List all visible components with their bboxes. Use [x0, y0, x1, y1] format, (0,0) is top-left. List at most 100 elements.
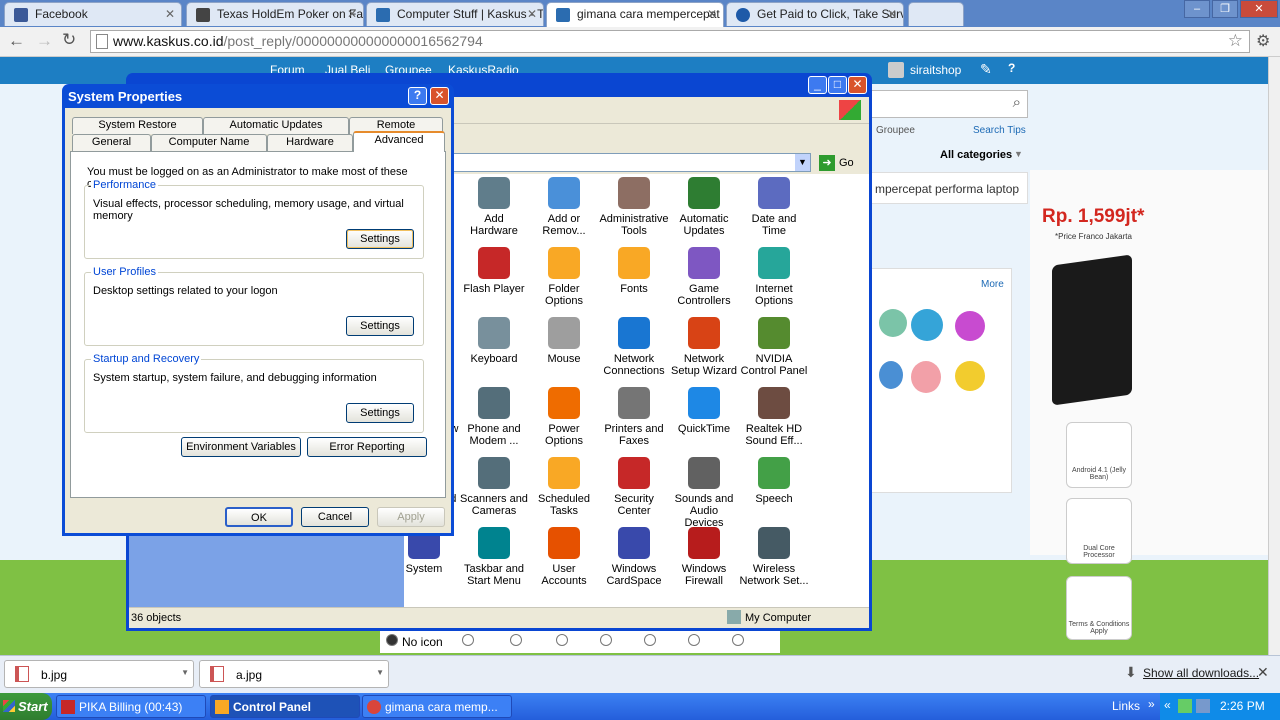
control-panel-item[interactable]: Windows CardSpace	[599, 527, 669, 593]
radio-button[interactable]	[688, 634, 700, 646]
chevron-down-icon[interactable]: ▼	[376, 668, 384, 677]
control-panel-item[interactable]: Automatic Updates	[669, 177, 739, 243]
radio-button[interactable]	[462, 634, 474, 646]
task-pika-billing[interactable]: PIKA Billing (00:43)	[56, 695, 206, 718]
control-panel-item[interactable]: Realtek HD Sound Eff...	[739, 387, 809, 453]
radio-button[interactable]	[732, 634, 744, 646]
close-icon[interactable]: ✕	[887, 7, 897, 21]
wrench-icon[interactable]: ⚙	[1256, 31, 1270, 51]
close-icon[interactable]: ✕	[707, 7, 717, 21]
chevron-down-icon[interactable]: ▼	[181, 668, 189, 677]
control-panel-item[interactable]: System	[389, 527, 459, 593]
minimize-button[interactable]: _	[808, 76, 827, 94]
tab-facebook[interactable]: Facebook ✕	[4, 2, 182, 26]
help-icon[interactable]: ?	[408, 87, 427, 105]
back-icon[interactable]: ←	[8, 31, 25, 51]
close-icon[interactable]: ✕	[165, 7, 175, 21]
links-toolbar[interactable]: Links	[1112, 699, 1140, 713]
control-panel-item[interactable]: Internet Options	[739, 247, 809, 313]
control-panel-item[interactable]: Scheduled Tasks	[529, 457, 599, 523]
volume-icon[interactable]	[1196, 699, 1210, 713]
control-panel-item[interactable]: Folder Options	[529, 247, 599, 313]
control-panel-item[interactable]: Taskbar and Start Menu	[459, 527, 529, 593]
performance-settings-button[interactable]: Settings	[346, 229, 414, 249]
tab-active-gimana[interactable]: gimana cara mempercepat pe ✕	[546, 2, 724, 27]
control-panel-item[interactable]: Game Controllers	[669, 247, 739, 313]
radio-button[interactable]	[644, 634, 656, 646]
control-panel-item[interactable]: Mouse	[529, 317, 599, 383]
tab-automatic-updates[interactable]: Automatic Updates	[203, 117, 349, 134]
emoticon-icon[interactable]	[955, 361, 985, 391]
category-select[interactable]: All categories ▼	[870, 144, 1028, 168]
close-icon[interactable]: ✕	[527, 7, 537, 21]
clock[interactable]: 2:26 PM	[1220, 699, 1265, 713]
pencil-icon[interactable]: ✎	[980, 61, 992, 78]
tab-hardware[interactable]: Hardware	[267, 134, 353, 151]
start-button[interactable]: Start	[0, 693, 52, 720]
address-bar[interactable]: www.kaskus.co.id/post_reply/000000000000…	[90, 30, 1250, 53]
emoticon-icon[interactable]	[879, 361, 903, 389]
control-panel-item[interactable]: Flash Player	[459, 247, 529, 313]
radio-button[interactable]	[600, 634, 612, 646]
environment-variables-button[interactable]: Environment Variables	[181, 437, 301, 457]
avatar[interactable]	[888, 62, 904, 78]
chevron-down-icon[interactable]: ▼	[795, 154, 810, 171]
control-panel-item[interactable]: Date and Time	[739, 177, 809, 243]
reload-icon[interactable]: ↻	[62, 30, 76, 50]
control-panel-item[interactable]: Add or Remov...	[529, 177, 599, 243]
emoticon-icon[interactable]	[955, 311, 985, 341]
tab-system-restore[interactable]: System Restore	[72, 117, 203, 134]
user-profiles-settings-button[interactable]: Settings	[346, 316, 414, 336]
username[interactable]: siraitshop	[910, 63, 961, 77]
control-panel-item[interactable]: Fonts	[599, 247, 669, 313]
tab-computer-name[interactable]: Computer Name	[151, 134, 267, 151]
control-panel-item[interactable]: Network Setup Wizard	[669, 317, 739, 383]
control-panel-item[interactable]: Scanners and Cameras	[459, 457, 529, 523]
control-panel-item[interactable]: Security Center	[599, 457, 669, 523]
network-icon[interactable]	[1178, 699, 1192, 713]
tab-general[interactable]: General	[72, 134, 151, 151]
emoticon-icon[interactable]	[879, 309, 907, 337]
go-arrow-icon[interactable]: ➜	[819, 155, 835, 171]
startup-recovery-settings-button[interactable]: Settings	[346, 403, 414, 423]
tab-paid-click[interactable]: Get Paid to Click, Take Survey ✕	[726, 2, 904, 26]
radio-selected[interactable]	[386, 634, 398, 646]
tab-poker[interactable]: Texas HoldEm Poker on Facet ✕	[186, 2, 364, 26]
control-panel-item[interactable]: User Accounts	[529, 527, 599, 593]
search-tips-link[interactable]: Search Tips	[973, 125, 1026, 136]
task-control-panel[interactable]: Control Panel	[210, 695, 360, 718]
control-panel-item[interactable]: Printers and Faxes	[599, 387, 669, 453]
help-icon[interactable]: ?	[1008, 61, 1015, 75]
restore-button[interactable]: ❐	[1212, 0, 1238, 18]
close-button[interactable]: ✕	[430, 87, 449, 105]
go-button[interactable]: Go	[839, 157, 854, 169]
page-scrollbar[interactable]	[1268, 57, 1280, 655]
address-input[interactable]: ▼	[399, 153, 811, 172]
forward-icon[interactable]: →	[36, 31, 53, 51]
control-panel-item[interactable]: Add Hardware	[459, 177, 529, 243]
control-panel-item[interactable]: Wireless Network Set...	[739, 527, 809, 593]
control-panel-item[interactable]: Windows Firewall	[669, 527, 739, 593]
minimize-button[interactable]: ‒	[1184, 0, 1210, 18]
radio-button[interactable]	[556, 634, 568, 646]
control-panel-item[interactable]: Speech	[739, 457, 809, 523]
task-chrome[interactable]: gimana cara memp...	[362, 695, 512, 718]
groupee-link[interactable]: Groupee	[876, 125, 915, 136]
error-reporting-button[interactable]: Error Reporting	[307, 437, 427, 457]
emoticon-icon[interactable]	[911, 361, 941, 393]
chevron-right-icon[interactable]: »	[1148, 697, 1155, 711]
control-panel-item[interactable]: Phone and Modem ...	[459, 387, 529, 453]
maximize-button[interactable]: □	[828, 76, 847, 94]
bookmark-star-icon[interactable]: ☆	[1228, 31, 1243, 51]
new-tab-button[interactable]	[908, 2, 964, 26]
download-item[interactable]: a.jpg ▼	[199, 660, 389, 688]
control-panel-item[interactable]: Power Options	[529, 387, 599, 453]
control-panel-item[interactable]: Administrative Tools	[599, 177, 669, 243]
close-icon[interactable]: ✕	[347, 7, 357, 21]
ok-button[interactable]: OK	[225, 507, 293, 527]
chevron-left-icon[interactable]: «	[1164, 698, 1171, 712]
search-input[interactable]: ⌕	[870, 90, 1028, 118]
close-window-button[interactable]: ✕	[1240, 0, 1278, 18]
control-panel-item[interactable]: Sounds and Audio Devices	[669, 457, 739, 529]
radio-button[interactable]	[510, 634, 522, 646]
